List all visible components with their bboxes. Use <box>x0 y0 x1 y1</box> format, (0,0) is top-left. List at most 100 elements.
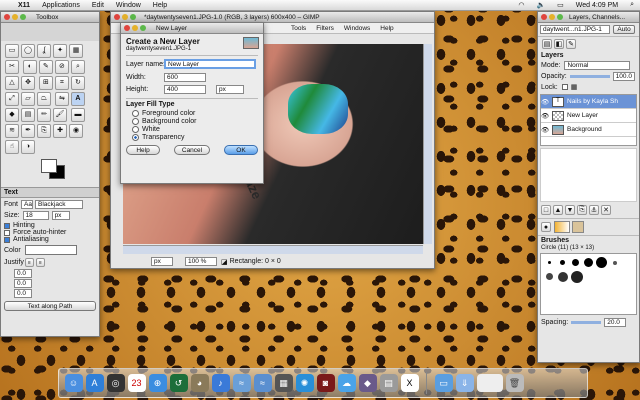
zoom-select[interactable]: 100 % <box>185 257 217 266</box>
layers-minimize-icon[interactable] <box>549 14 555 20</box>
menu-help[interactable]: Help <box>147 2 173 9</box>
image-select-dropdown[interactable]: daytwent...n1.JPG-1 <box>540 25 610 34</box>
mode-select[interactable]: Normal <box>564 61 631 70</box>
rect-select-icon[interactable]: ▭ <box>5 44 19 58</box>
lower-layer-icon[interactable]: ▼ <box>565 205 575 215</box>
opacity-slider[interactable] <box>569 75 610 78</box>
height-input[interactable]: 400 <box>164 85 206 94</box>
font-field[interactable]: Blackjack <box>35 200 84 209</box>
brush-dot-icon[interactable] <box>584 258 593 267</box>
layers-zoom-icon[interactable] <box>557 14 563 20</box>
app-icon-5[interactable]: ◆ <box>358 374 377 392</box>
fill-background-radio[interactable]: Background color <box>126 118 258 125</box>
menu-image-help[interactable]: Help <box>380 25 393 32</box>
fuzzy-select-icon[interactable]: ✦ <box>53 44 67 58</box>
lasso-icon[interactable]: ʆ <box>37 44 51 58</box>
pattern-swatch-icon[interactable] <box>572 221 584 233</box>
perspective-icon[interactable]: ⏢ <box>37 92 51 106</box>
bucket-fill-icon[interactable]: ◆ <box>5 108 19 122</box>
finder-icon[interactable]: ☺ <box>64 374 83 392</box>
fill-transparency-radio[interactable]: Transparency <box>126 134 258 141</box>
crop-icon[interactable]: ⌗ <box>54 76 69 90</box>
layers-tab-icon[interactable]: ▤ <box>542 39 552 49</box>
eye-icon[interactable]: 👁 <box>541 126 549 134</box>
dodge-burn-icon[interactable]: ◑ <box>21 140 35 154</box>
image-zoom-icon[interactable] <box>130 14 136 20</box>
document-stack-icon[interactable] <box>476 374 503 392</box>
blend-icon[interactable]: ▤ <box>21 108 35 122</box>
menu-windows[interactable]: Windows <box>344 25 370 32</box>
size-unit-select[interactable]: px <box>51 211 70 220</box>
layer-row-background[interactable]: 👁 Background <box>541 123 636 137</box>
hinting-checkbox[interactable]: Hinting <box>4 222 96 229</box>
unit-select[interactable]: px <box>151 257 173 266</box>
anchor-icon[interactable]: ⚓ <box>589 205 599 215</box>
help-button[interactable]: Help <box>126 145 160 155</box>
indent-field[interactable]: 0.0 <box>14 269 32 278</box>
menubar-clock[interactable]: Wed 4:09 PM <box>570 2 624 9</box>
measure-icon[interactable]: △ <box>5 76 19 90</box>
channels-tab-icon[interactable]: ◧ <box>554 39 564 49</box>
brush-dot-icon[interactable] <box>571 271 583 283</box>
shear-icon[interactable]: ▱ <box>21 92 35 106</box>
eraser-icon[interactable]: ▬ <box>70 108 85 122</box>
ink-icon[interactable]: ✒ <box>21 124 35 138</box>
justify-left-icon[interactable]: ≡ <box>24 258 34 267</box>
image-close-icon[interactable] <box>114 14 120 20</box>
horizontal-scrollbar[interactable] <box>123 245 423 254</box>
foreground-color-swatch[interactable] <box>41 159 57 173</box>
blur-icon[interactable]: ◉ <box>69 124 83 138</box>
wifi-icon[interactable]: ◠ <box>512 1 530 9</box>
menu-window[interactable]: Window <box>110 2 147 9</box>
flip-icon[interactable]: ⇋ <box>54 92 69 106</box>
app-icon-1[interactable]: ≈ <box>232 374 251 392</box>
calendar-icon[interactable]: 23 <box>127 374 146 392</box>
gimp-icon[interactable]: ◕ <box>190 374 209 392</box>
layers-titlebar[interactable]: Layers, Channels... <box>538 12 639 23</box>
menu-tools[interactable]: Tools <box>291 25 306 32</box>
text-color-swatch[interactable] <box>24 245 77 255</box>
new-layer-icon[interactable]: □ <box>541 205 551 215</box>
raise-layer-icon[interactable]: ▲ <box>553 205 563 215</box>
brush-swatch-icon[interactable]: ● <box>541 222 551 232</box>
menu-edit[interactable]: Edit <box>86 2 110 9</box>
menu-applications[interactable]: Applications <box>36 2 86 9</box>
eye-icon[interactable]: 👁 <box>541 98 549 106</box>
layer-row-new[interactable]: 👁 New Layer <box>541 109 636 123</box>
text-along-path-button[interactable]: Text along Path <box>4 301 96 311</box>
downloads-folder-icon[interactable]: ⇓ <box>455 374 474 392</box>
brush-dot-icon[interactable] <box>546 273 553 280</box>
duplicate-layer-icon[interactable]: ⎘ <box>577 205 587 215</box>
layer-name-input[interactable]: New Layer <box>164 59 256 69</box>
lock-pixels-checkbox[interactable] <box>561 84 568 90</box>
size-unit-dropdown[interactable]: px <box>216 85 244 94</box>
brush-dot-icon[interactable] <box>558 272 568 282</box>
force-autohinter-checkbox[interactable]: Force auto-hinter <box>4 229 96 236</box>
width-input[interactable]: 600 <box>164 73 206 82</box>
cancel-button[interactable]: Cancel <box>174 145 210 155</box>
paths-icon[interactable]: ✎ <box>38 60 53 74</box>
app-icon-2[interactable]: ≈ <box>253 374 272 392</box>
cloud-icon[interactable]: ☁ <box>337 374 356 392</box>
dialog-close-icon[interactable] <box>124 25 130 31</box>
ok-button[interactable]: OK <box>224 145 258 155</box>
pencil-icon[interactable]: ✏ <box>37 108 51 122</box>
scale-icon[interactable]: ⤢ <box>5 92 19 106</box>
color-select-icon[interactable]: ▦ <box>69 44 83 58</box>
app-store-icon[interactable]: A <box>85 374 104 392</box>
spacing-slider[interactable] <box>571 321 602 324</box>
antialiasing-checkbox[interactable]: Antialiasing <box>4 236 96 243</box>
brush-dot-icon[interactable] <box>596 257 607 268</box>
spotlight-icon[interactable]: ⌕ <box>624 1 640 9</box>
heal-icon[interactable]: ✚ <box>53 124 67 138</box>
paths-tab-icon[interactable]: ✎ <box>566 39 576 49</box>
brush-dot-icon[interactable] <box>572 259 579 266</box>
move-icon[interactable]: ✥ <box>21 76 35 90</box>
vertical-scrollbar[interactable] <box>423 44 432 244</box>
time-machine-icon[interactable]: ↺ <box>169 374 188 392</box>
letter-spacing-field[interactable]: 0.0 <box>14 289 32 298</box>
app-icon-4[interactable]: ✺ <box>295 374 314 392</box>
auto-button[interactable]: Auto <box>613 25 635 34</box>
delete-layer-icon[interactable]: ✕ <box>601 205 611 215</box>
layer-row-text[interactable]: 👁 T Nails by Kayla Sh <box>541 95 636 109</box>
